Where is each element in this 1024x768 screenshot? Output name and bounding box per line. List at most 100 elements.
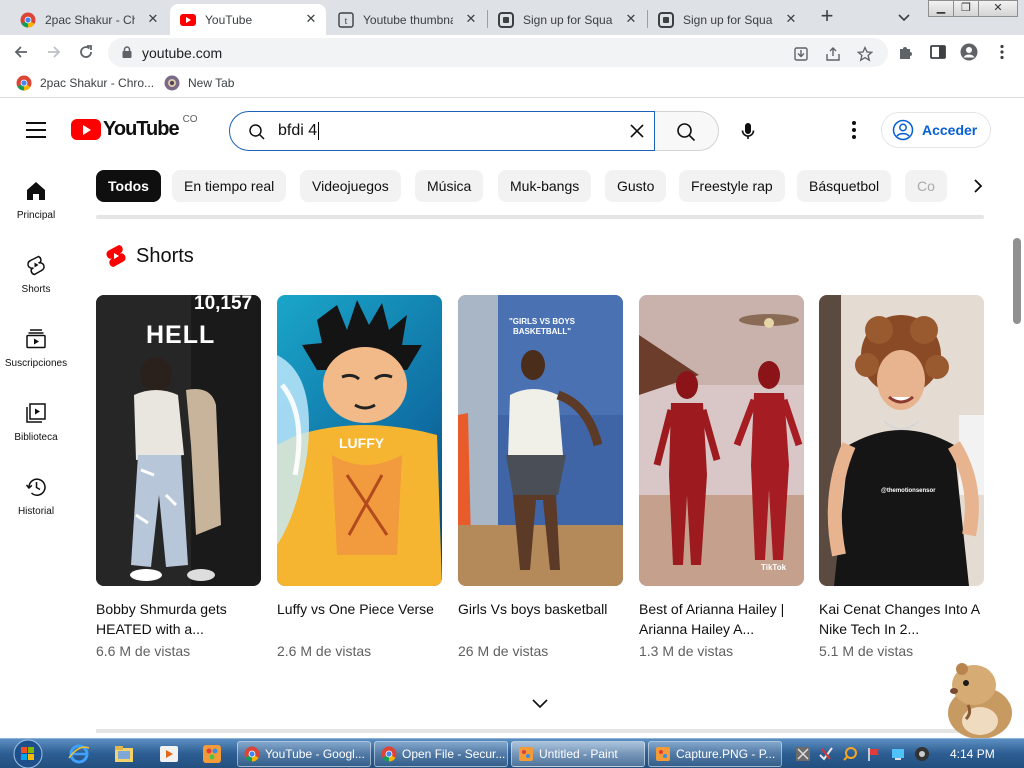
tab-search-chevron-icon[interactable] (896, 9, 912, 25)
tray-speaker-icon[interactable] (914, 746, 930, 762)
tray-check-icon[interactable] (818, 746, 834, 762)
settings-kebab-icon[interactable] (842, 118, 866, 142)
guide-item-suscripciones[interactable]: Suscripciones (0, 328, 72, 369)
bookmark-item[interactable]: New Tab (164, 75, 234, 91)
short-card[interactable]: LUFFY Luffy vs One Piece Verse 2.6 M de … (277, 295, 442, 659)
guide-item-principal[interactable]: Principal (0, 180, 72, 221)
share-icon[interactable] (825, 46, 841, 62)
extensions-puzzle-icon[interactable] (897, 43, 915, 61)
profile-avatar-icon[interactable] (960, 43, 978, 61)
close-tab-icon[interactable]: ✕ (464, 12, 478, 26)
close-tab-icon[interactable]: ✕ (146, 12, 160, 26)
square-icon (658, 11, 674, 28)
restore-button[interactable]: ❐ (953, 0, 979, 17)
country-code: CO (182, 114, 198, 125)
short-title[interactable]: Girls Vs boys basketball (458, 599, 623, 639)
chip-musica[interactable]: Música (415, 170, 484, 202)
short-title[interactable]: Luffy vs One Piece Verse (277, 599, 442, 639)
short-title[interactable]: Bobby Shmurda gets HEATED with a... (96, 599, 261, 639)
windows-taskbar: YouTube - Googl... Open File - Secur... … (0, 738, 1024, 768)
tray-flag-icon[interactable] (866, 746, 882, 762)
taskbar-button-paint[interactable]: Untitled - Paint (511, 741, 645, 767)
short-card[interactable]: HELL 10,157 Bobby Shmurda gets HEATED wi… (96, 295, 261, 659)
search-button[interactable] (655, 111, 719, 151)
reload-button[interactable] (75, 41, 97, 63)
sign-in-button[interactable]: Acceder (881, 112, 991, 148)
taskbar-button-capture[interactable]: Capture.PNG - P... (648, 741, 782, 767)
tray-network-icon[interactable] (890, 746, 906, 762)
guide-label: Shorts (21, 284, 51, 295)
side-panel-icon[interactable] (929, 43, 947, 61)
paint-icon (519, 747, 533, 761)
forward-button[interactable] (43, 41, 65, 63)
chip-freestyle-rap[interactable]: Freestyle rap (679, 170, 785, 202)
short-views: 26 M de vistas (458, 643, 549, 659)
lock-icon[interactable] (120, 45, 134, 59)
tray-app-icon[interactable] (795, 746, 811, 762)
close-window-button[interactable]: ✕ (978, 0, 1018, 17)
guide-item-biblioteca[interactable]: Biblioteca (0, 402, 72, 443)
chip-gusto[interactable]: Gusto (605, 170, 667, 202)
short-thumbnail[interactable]: HELL 10,157 (96, 295, 261, 586)
minimize-button[interactable]: ▁ (928, 0, 954, 17)
scrollbar-thumb[interactable] (1013, 238, 1021, 324)
short-thumbnail[interactable]: TikTok (639, 295, 804, 586)
chevron-right-icon[interactable] (968, 176, 988, 196)
paint-app-icon[interactable] (200, 742, 224, 766)
search-icon (677, 123, 696, 142)
browser-tab-active[interactable]: YouTube ✕ (170, 4, 326, 35)
short-card[interactable]: @themotionsensor Kai Cenat Changes Into … (819, 295, 984, 659)
chip-todos[interactable]: Todos (96, 170, 161, 202)
short-title[interactable]: Best of Arianna Hailey | Arianna Hailey … (639, 599, 804, 639)
short-card[interactable]: TikTok Best of Arianna Hailey | Arianna … (639, 295, 804, 659)
taskbar-button-label: Untitled - Paint (539, 747, 618, 761)
chip-partial[interactable]: Co (905, 170, 947, 202)
guide-item-historial[interactable]: Historial (0, 476, 72, 517)
bookmark-item[interactable]: 2pac Shakur - Chro... (16, 75, 154, 91)
short-card[interactable]: "GIRLS VS BOYS BASKETBALL" Girls Vs boys… (458, 295, 623, 659)
youtube-logo[interactable]: YouTube CO (71, 114, 198, 141)
short-thumbnail[interactable]: @themotionsensor (819, 295, 984, 586)
thumbnail-overlay-text: @themotionsensor (881, 488, 936, 494)
close-tab-icon[interactable]: ✕ (784, 12, 798, 26)
chip-videojuegos[interactable]: Videojuegos (300, 170, 401, 202)
file-explorer-icon[interactable] (112, 742, 136, 766)
taskbar-button-label: YouTube - Googl... (265, 747, 365, 761)
address-bar[interactable]: youtube.com (108, 38, 888, 67)
tray-search-icon[interactable] (842, 746, 858, 762)
short-views: 1.3 M de vistas (639, 643, 734, 659)
media-player-icon[interactable] (157, 742, 181, 766)
new-tab-button[interactable]: + (816, 5, 838, 28)
chip-en-tiempo-real[interactable]: En tiempo real (172, 170, 287, 202)
account-icon (892, 119, 914, 141)
browser-tab[interactable]: Sign up for Squar ✕ (648, 4, 806, 35)
browser-tab[interactable]: Sign up for Squar ✕ (488, 4, 646, 35)
back-button[interactable] (10, 41, 32, 63)
browser-tab[interactable]: t Youtube thumbna ✕ (328, 4, 486, 35)
short-thumbnail[interactable]: LUFFY (277, 295, 442, 586)
start-orb-icon[interactable] (6, 739, 44, 768)
chip-basquetbol[interactable]: Básquetbol (797, 170, 892, 202)
short-thumbnail[interactable]: "GIRLS VS BOYS BASKETBALL" (458, 295, 623, 586)
menu-hamburger-icon[interactable] (26, 122, 46, 138)
shorts-icon (27, 255, 45, 276)
short-title[interactable]: Kai Cenat Changes Into A Nike Tech In 2.… (819, 599, 984, 639)
home-icon (27, 182, 45, 200)
url-text: youtube.com (142, 45, 223, 61)
guide-item-shorts[interactable]: Shorts (0, 254, 72, 295)
close-tab-icon[interactable]: ✕ (624, 12, 638, 26)
show-more-chevron-icon[interactable] (531, 697, 549, 711)
close-tab-icon[interactable]: ✕ (304, 12, 318, 26)
install-icon[interactable] (793, 46, 809, 62)
guide-label: Biblioteca (14, 432, 58, 443)
internet-explorer-icon[interactable] (67, 742, 91, 766)
clear-search-icon[interactable] (628, 122, 646, 140)
bookmark-star-icon[interactable] (857, 46, 873, 62)
taskbar-button-open-file[interactable]: Open File - Secur... (374, 741, 508, 767)
voice-search-button[interactable] (728, 111, 768, 151)
chip-muk-bangs[interactable]: Muk-bangs (498, 170, 592, 202)
browser-tab[interactable]: 2pac Shakur - Chr ✕ (10, 4, 168, 35)
chrome-menu-icon[interactable] (993, 43, 1011, 61)
search-input[interactable]: bfdi 4 (229, 111, 655, 151)
taskbar-button-chrome[interactable]: YouTube - Googl... (237, 741, 371, 767)
